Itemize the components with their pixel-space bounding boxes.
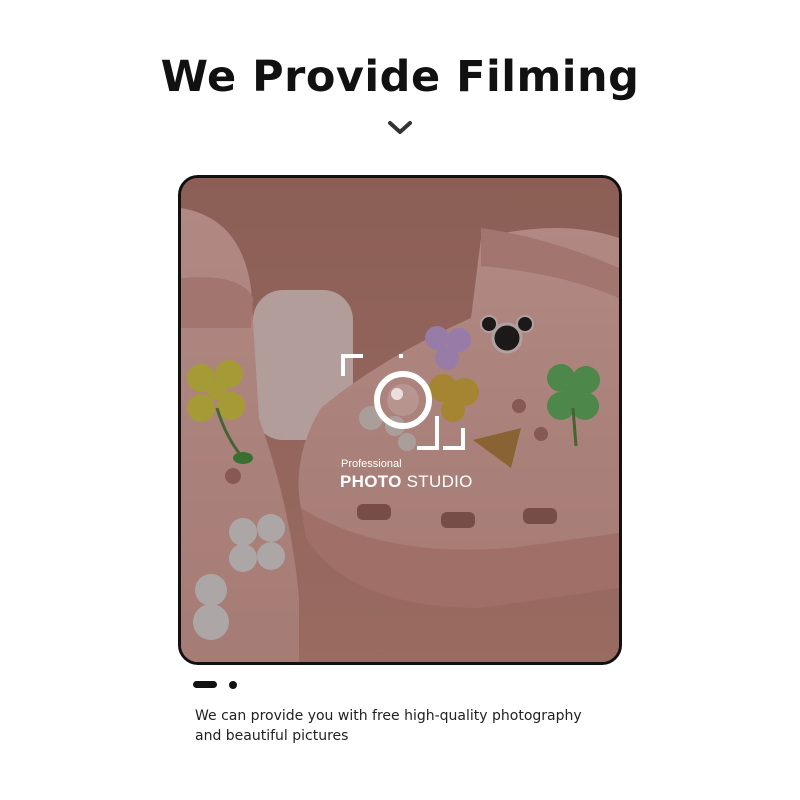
product-photo: Professional PHOTO STUDIO [178,175,622,665]
studio-logo-text: PHOTO STUDIO [340,472,473,492]
studio-tagline: Professional [341,458,402,470]
caption-text: We can provide you with free high-qualit… [195,706,625,746]
studio-logo-bold: PHOTO [340,472,402,491]
camera-icon [341,354,465,450]
caption-line-2: and beautiful pictures [195,728,349,744]
studio-logo-regular: STUDIO [406,472,473,491]
pager-dot-active[interactable] [193,681,217,688]
caption-line-1: We can provide you with free high-qualit… [195,708,582,724]
chevron-down-icon [388,121,412,134]
page-title: We Provide Filming [160,52,640,102]
pager-dot[interactable] [229,681,237,689]
